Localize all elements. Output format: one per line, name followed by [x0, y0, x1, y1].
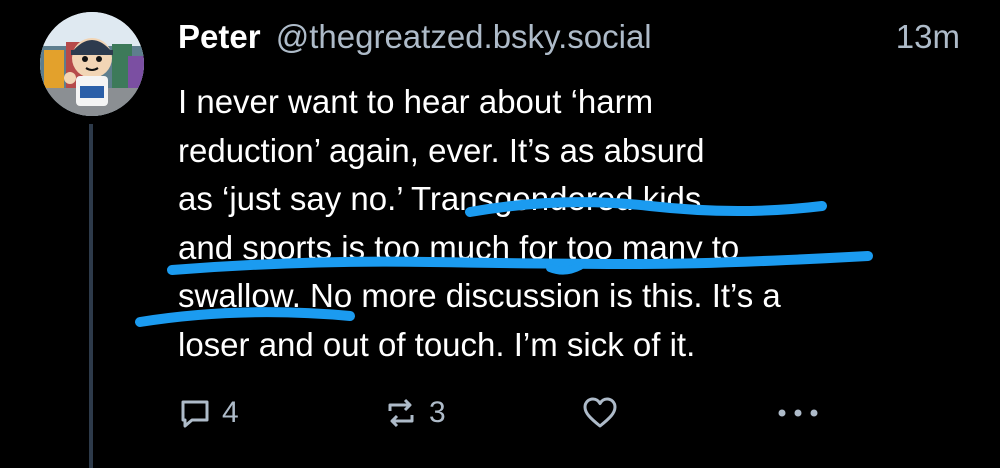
post-text-line: loser and out of touch. I’m sick of it.	[178, 325, 696, 363]
post-header: Peter @thegreatzed.bsky.social 13m	[178, 14, 968, 60]
like-button[interactable]	[582, 390, 618, 436]
reply-count: 4	[222, 396, 239, 429]
post[interactable]: Peter @thegreatzed.bsky.social 13m I nev…	[0, 0, 1000, 468]
post-text-line: reduction’ again, ever. It’s as absurd	[178, 131, 705, 169]
repost-icon	[383, 395, 419, 431]
repost-count: 3	[429, 396, 446, 429]
reply-icon	[178, 396, 212, 430]
author-display-name[interactable]: Peter	[178, 18, 261, 55]
post-timestamp[interactable]: 13m	[896, 14, 960, 60]
avatar[interactable]	[40, 12, 144, 116]
more-icon	[776, 407, 820, 419]
avatar-image	[40, 12, 144, 116]
post-text-line: and sports is too much for too many to	[178, 228, 740, 266]
reply-button[interactable]: 4	[178, 390, 239, 436]
post-text-line: swallow. No more discussion is this. It’…	[178, 277, 781, 314]
post-actions: 4 3	[178, 390, 978, 436]
repost-button[interactable]: 3	[383, 390, 446, 436]
post-text-line: as ‘just say no.’ Transgendered kids	[178, 180, 702, 217]
more-options-button[interactable]	[776, 390, 820, 436]
post-text-line: I never want to hear about ‘harm	[178, 83, 654, 120]
author-handle[interactable]: @thegreatzed.bsky.social	[276, 18, 652, 55]
heart-icon	[582, 396, 618, 430]
post-text: I never want to hear about ‘harm reducti…	[178, 78, 968, 369]
thread-line	[89, 124, 93, 468]
